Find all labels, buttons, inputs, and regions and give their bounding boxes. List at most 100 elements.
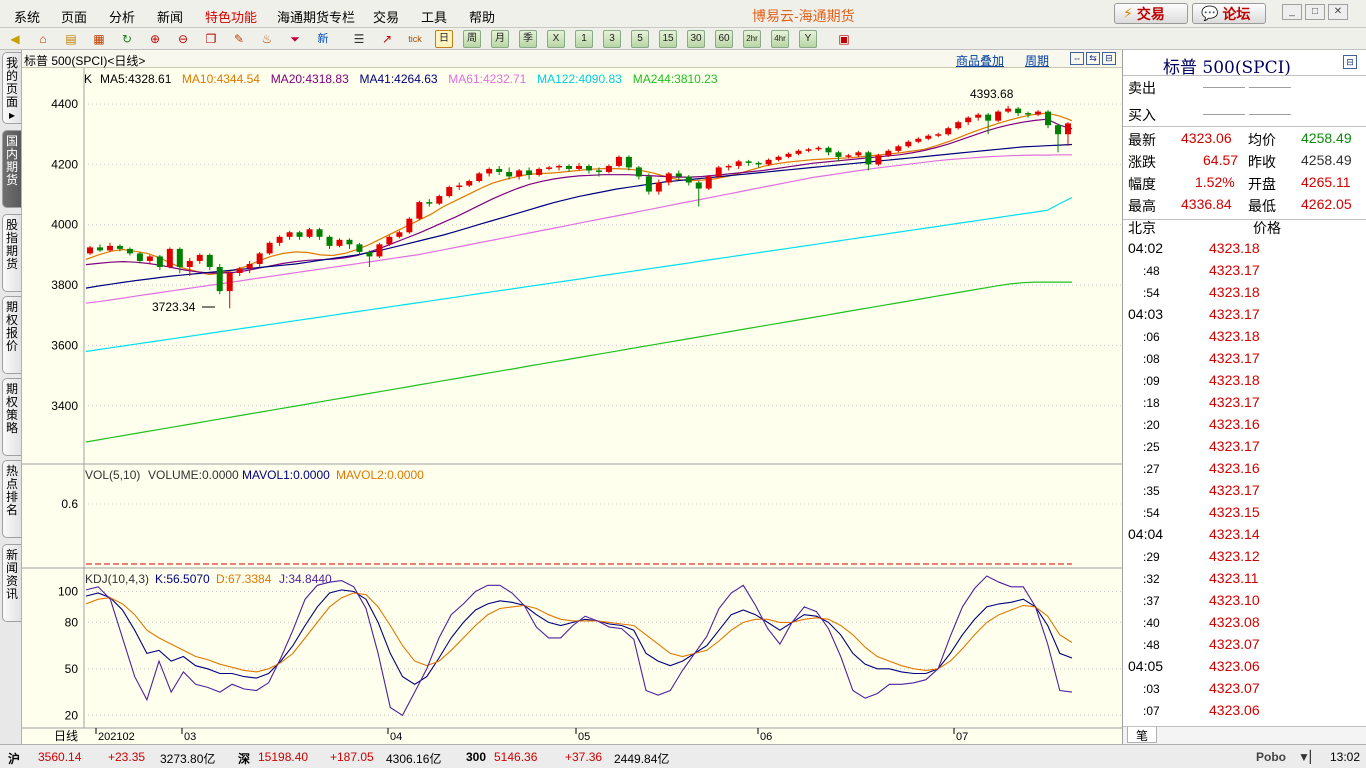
tab-news[interactable]: 新闻资讯 <box>2 544 21 622</box>
candle-body <box>625 156 632 168</box>
ma-legend-item: MA61:4232.71 <box>448 72 526 86</box>
menu-trade[interactable]: 交易 <box>373 7 399 26</box>
draw-pen-icon[interactable]: ✎ <box>230 30 248 48</box>
menu-features[interactable]: 特色功能 <box>205 7 257 26</box>
windows-icon[interactable]: ❐ <box>202 30 220 48</box>
brand-logo: Pobo <box>1256 750 1286 764</box>
tick-price: 4323.18 <box>1209 240 1260 256</box>
expand-icon[interactable]: ⇆ <box>1086 52 1100 65</box>
tick-row: :32 4323.11 <box>1123 570 1366 592</box>
period-quarter[interactable]: 季 <box>519 30 537 48</box>
candle-body <box>795 150 802 154</box>
tab-ticks[interactable]: 笔 <box>1127 727 1157 743</box>
line-chart-icon[interactable]: ↗ <box>378 30 396 48</box>
shrink-icon[interactable]: ⇔ <box>1070 52 1084 65</box>
candle-body <box>526 170 533 175</box>
candle-body <box>356 244 363 252</box>
tick-time: :40 <box>1143 616 1160 630</box>
zoom-out-icon[interactable]: ⊖ <box>174 30 192 48</box>
candle-body <box>546 167 553 169</box>
period-x[interactable]: X <box>547 30 565 48</box>
window-icon[interactable]: ⊟ <box>1102 52 1116 65</box>
stack-icon[interactable]: ▤ <box>62 30 80 48</box>
tab-hot-ranking[interactable]: 热点排名 <box>2 460 21 538</box>
period-link[interactable]: 周期 <box>1025 52 1049 69</box>
period-month[interactable]: 月 <box>491 30 509 48</box>
refresh-icon[interactable]: ↻ <box>118 30 136 48</box>
period-1min[interactable]: 1 <box>575 30 593 48</box>
tab-option-strategy[interactable]: 期权策略 <box>2 378 21 456</box>
high-annotation: 4393.68 <box>970 87 1014 101</box>
back-arrow-icon[interactable]: ◀ <box>6 30 24 48</box>
menu-news[interactable]: 新闻 <box>157 7 183 26</box>
home-icon[interactable]: ⌂ <box>34 30 52 48</box>
candle-body <box>306 229 313 237</box>
overlay-link[interactable]: 商品叠加 <box>956 52 1004 69</box>
menu-system[interactable]: 系统 <box>14 7 40 26</box>
period-day[interactable]: 日 <box>435 30 453 48</box>
tab-domestic-futures[interactable]: 国内期货 <box>2 130 21 208</box>
forum-button[interactable]: 💬 论坛 <box>1192 3 1266 24</box>
candle-body <box>675 173 682 177</box>
tick-price: 4323.07 <box>1209 680 1260 696</box>
close-button[interactable]: ✕ <box>1328 4 1348 20</box>
period-5min[interactable]: 5 <box>631 30 649 48</box>
period-30min[interactable]: 30 <box>687 30 705 48</box>
indicator-icon[interactable]: ♨ <box>258 30 276 48</box>
menu-page[interactable]: 页面 <box>61 7 87 26</box>
tick-row: :07 4323.06 <box>1123 702 1366 724</box>
trade-button[interactable]: ⚡ 交易 <box>1114 3 1188 24</box>
candle-body <box>605 165 612 172</box>
forum-button-label: 论坛 <box>1222 5 1251 22</box>
x-axis-mode: 日线 <box>54 729 78 743</box>
filter-icon[interactable]: ⏷ <box>286 30 304 48</box>
menu-haitong-column[interactable]: 海通期货专栏 <box>277 7 355 26</box>
sz-price: 15198.40 <box>258 750 309 764</box>
period-4hr[interactable]: 4hr <box>771 30 789 48</box>
tick-icon[interactable]: tick <box>406 30 424 48</box>
x-tick-label: 03 <box>184 731 196 743</box>
calendar-icon[interactable]: ▣ <box>835 30 853 48</box>
period-60min[interactable]: 60 <box>715 30 733 48</box>
table-icon[interactable]: ☰ <box>350 30 368 48</box>
candle-body <box>136 253 143 261</box>
candle-body <box>516 170 523 177</box>
tick-row: :09 4323.18 <box>1123 372 1366 394</box>
period-week[interactable]: 周 <box>463 30 481 48</box>
ask-value: ——— ——— <box>1203 78 1291 94</box>
menu-analysis[interactable]: 分析 <box>109 7 135 26</box>
candle-body <box>456 185 463 188</box>
sh-label: 沪 <box>8 752 21 766</box>
tab-my-page[interactable]: 我的页面▸ <box>2 52 21 124</box>
new-icon[interactable]: 新 <box>314 30 332 48</box>
panel-toggle-icon[interactable]: ⊟ <box>1343 55 1357 69</box>
price-tick-label: 3800 <box>51 278 78 292</box>
period-15min[interactable]: 15 <box>659 30 677 48</box>
candle-body <box>665 173 672 183</box>
chart-canvas[interactable]: 340036003800400042004400 K MA5:4328.61 MA… <box>22 68 1122 744</box>
period-3min[interactable]: 3 <box>603 30 621 48</box>
menu-tools[interactable]: 工具 <box>421 7 447 26</box>
minimize-button[interactable]: _ <box>1282 4 1302 20</box>
candle-body <box>206 254 213 267</box>
tick-header-place: 北京 <box>1128 220 1156 236</box>
candle-body <box>166 248 173 267</box>
chart-area[interactable]: 3400 3600 3800 4000 4200 4400 K MA5:4328.61 MA… <box>22 68 1122 744</box>
candle-body <box>476 173 483 181</box>
zoom-in-icon[interactable]: ⊕ <box>146 30 164 48</box>
candle-body <box>466 181 473 186</box>
x-tick-label: 05 <box>578 731 590 743</box>
candle-body <box>585 165 592 171</box>
candle-body <box>326 236 333 246</box>
low-annotation: 3723.34 <box>152 300 196 314</box>
tab-option-quotes[interactable]: 期权报价 <box>2 296 21 374</box>
quote-icon[interactable]: ▦ <box>90 30 108 48</box>
period-2hr[interactable]: 2hr <box>743 30 761 48</box>
candle-body <box>336 239 343 246</box>
maximize-button[interactable]: □ <box>1305 4 1325 20</box>
period-year[interactable]: Y <box>799 30 817 48</box>
last-value: 4323.06 <box>1181 130 1232 146</box>
tab-index-futures[interactable]: 股指期货 <box>2 214 21 292</box>
candle-body <box>146 256 153 261</box>
menu-help[interactable]: 帮助 <box>469 7 495 26</box>
